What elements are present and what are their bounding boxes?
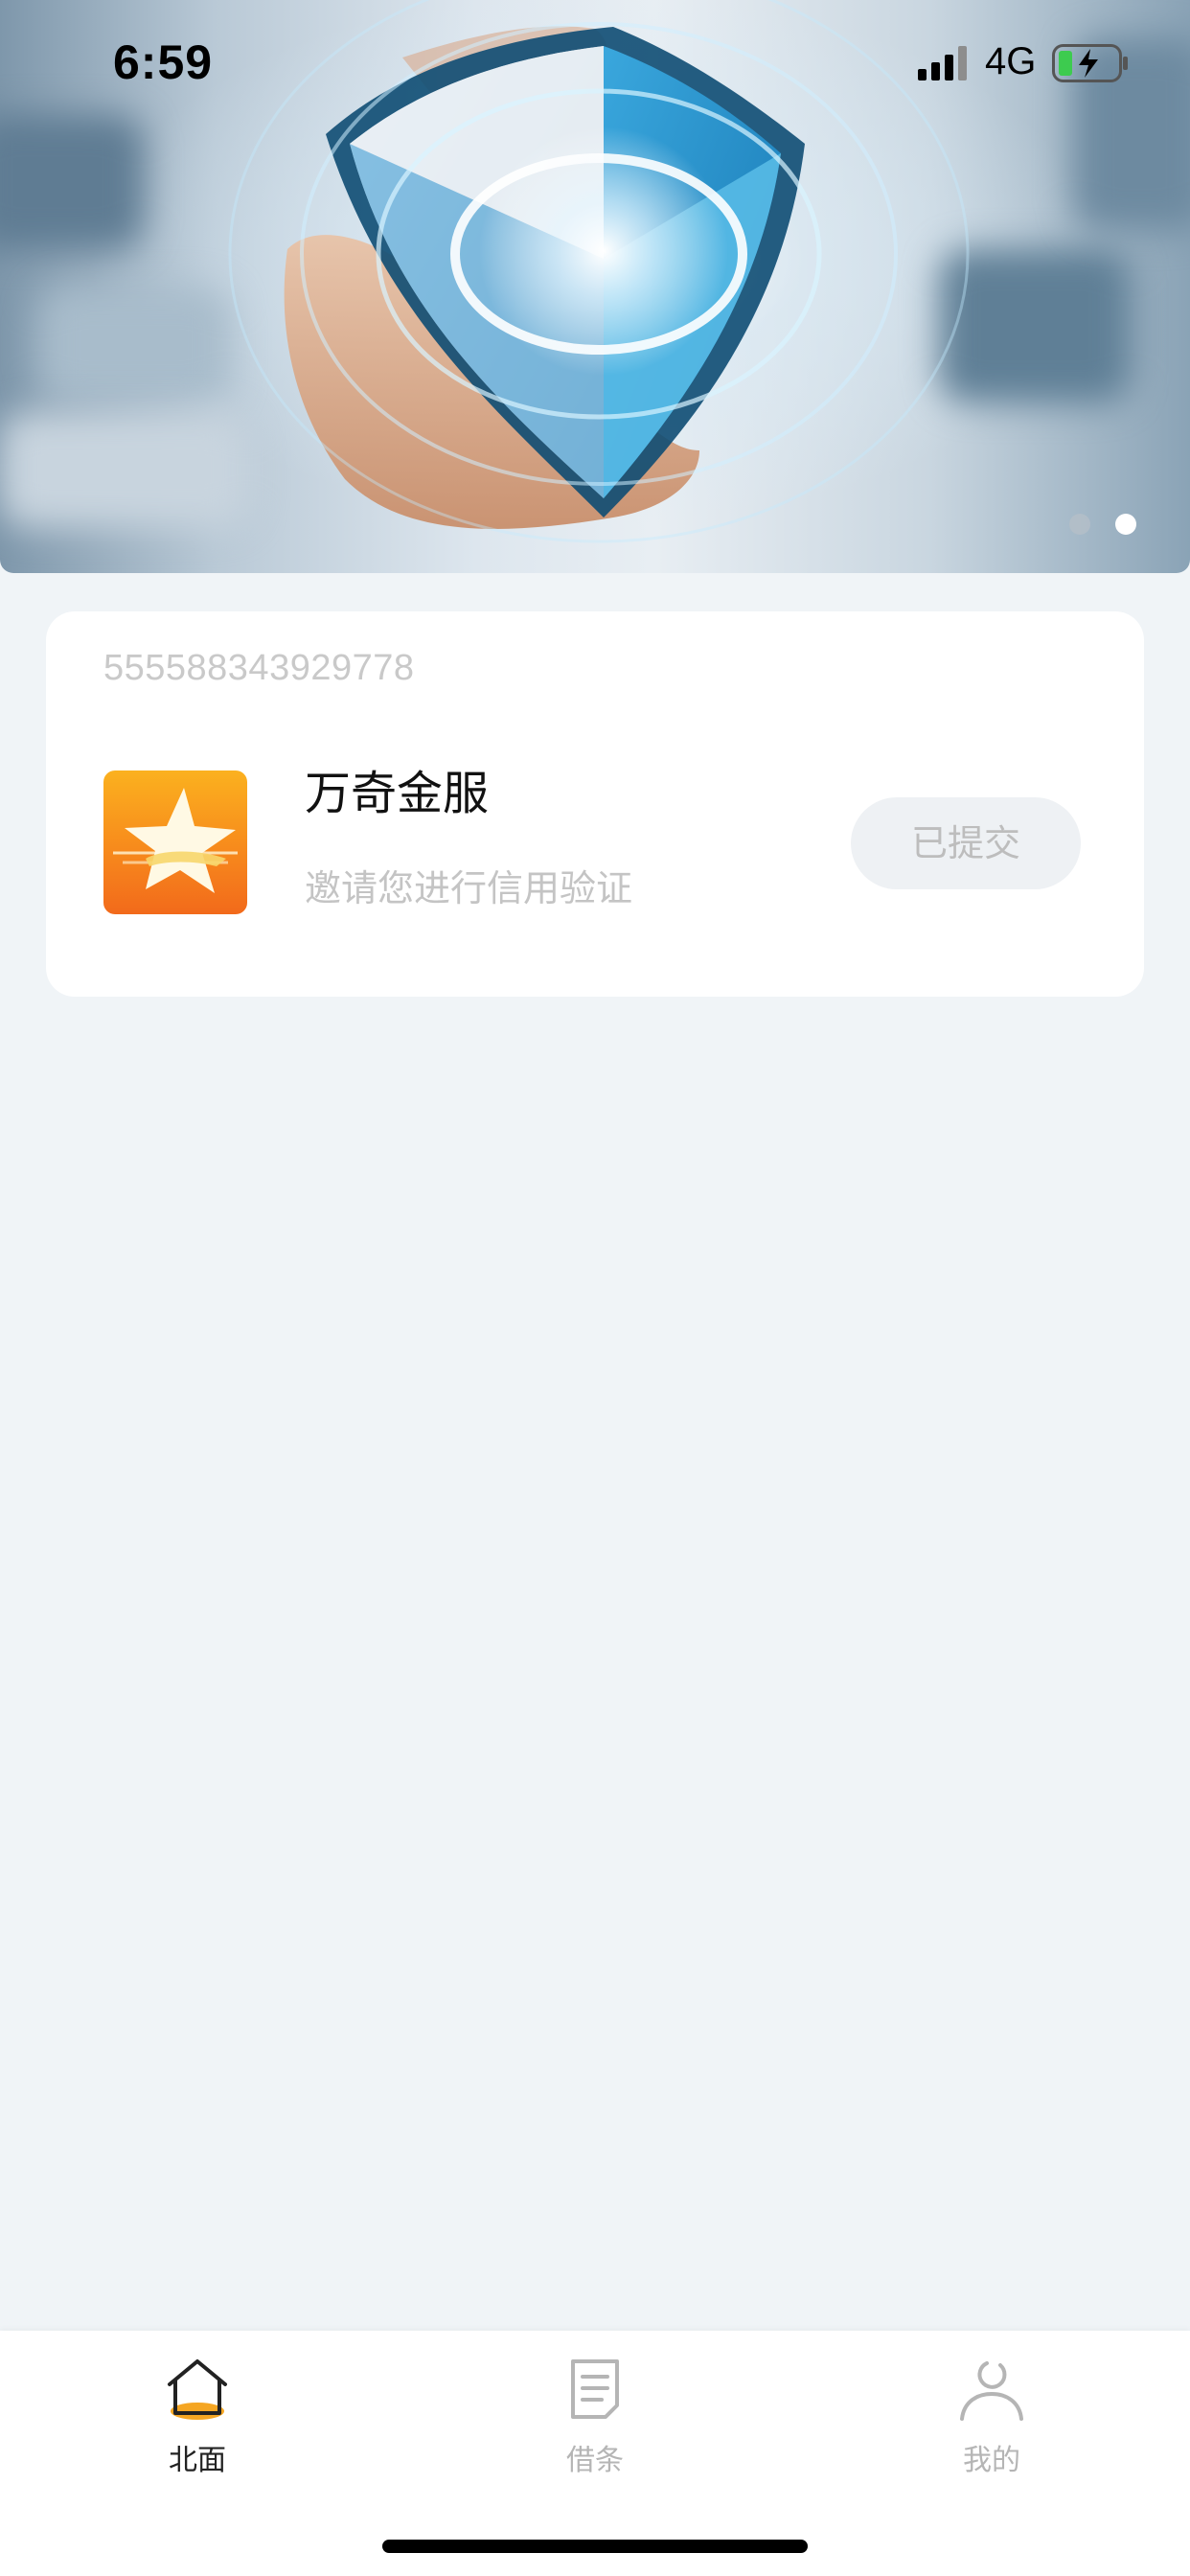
app-description: 邀请您进行信用验证: [305, 867, 633, 909]
tab-home-label: 北面: [169, 2444, 226, 2477]
home-icon: [168, 2359, 227, 2420]
card-number: 555588343929778: [103, 648, 415, 688]
carousel-dot[interactable]: [1069, 514, 1090, 535]
carousel-dot-active[interactable]: [1115, 514, 1136, 535]
star-app-logo-icon: [103, 770, 247, 914]
network-type: 4G: [985, 40, 1037, 82]
status-bar: 6:59 4G: [0, 0, 1190, 129]
app-name: 万奇金服: [305, 767, 490, 820]
document-icon: [571, 2359, 619, 2419]
home-indicator[interactable]: [382, 2540, 808, 2553]
tab-profile[interactable]: 我的: [896, 2356, 1087, 2478]
signal-bars-icon: [918, 46, 967, 80]
status-time: 6:59: [113, 35, 214, 89]
tab-loan-notes[interactable]: 借条: [499, 2356, 691, 2478]
tab-home[interactable]: 北面: [102, 2356, 293, 2478]
tab-profile-label: 我的: [963, 2444, 1020, 2477]
battery-charging-icon: [1052, 44, 1128, 82]
credit-invite-card[interactable]: 555588343929778 万奇金服 邀请您进行信用验证 已提交: [46, 611, 1144, 997]
profile-icon: [960, 2361, 1023, 2421]
carousel-dots[interactable]: [1069, 514, 1136, 535]
tab-loan-notes-label: 借条: [566, 2444, 624, 2477]
submitted-button[interactable]: 已提交: [851, 797, 1081, 889]
